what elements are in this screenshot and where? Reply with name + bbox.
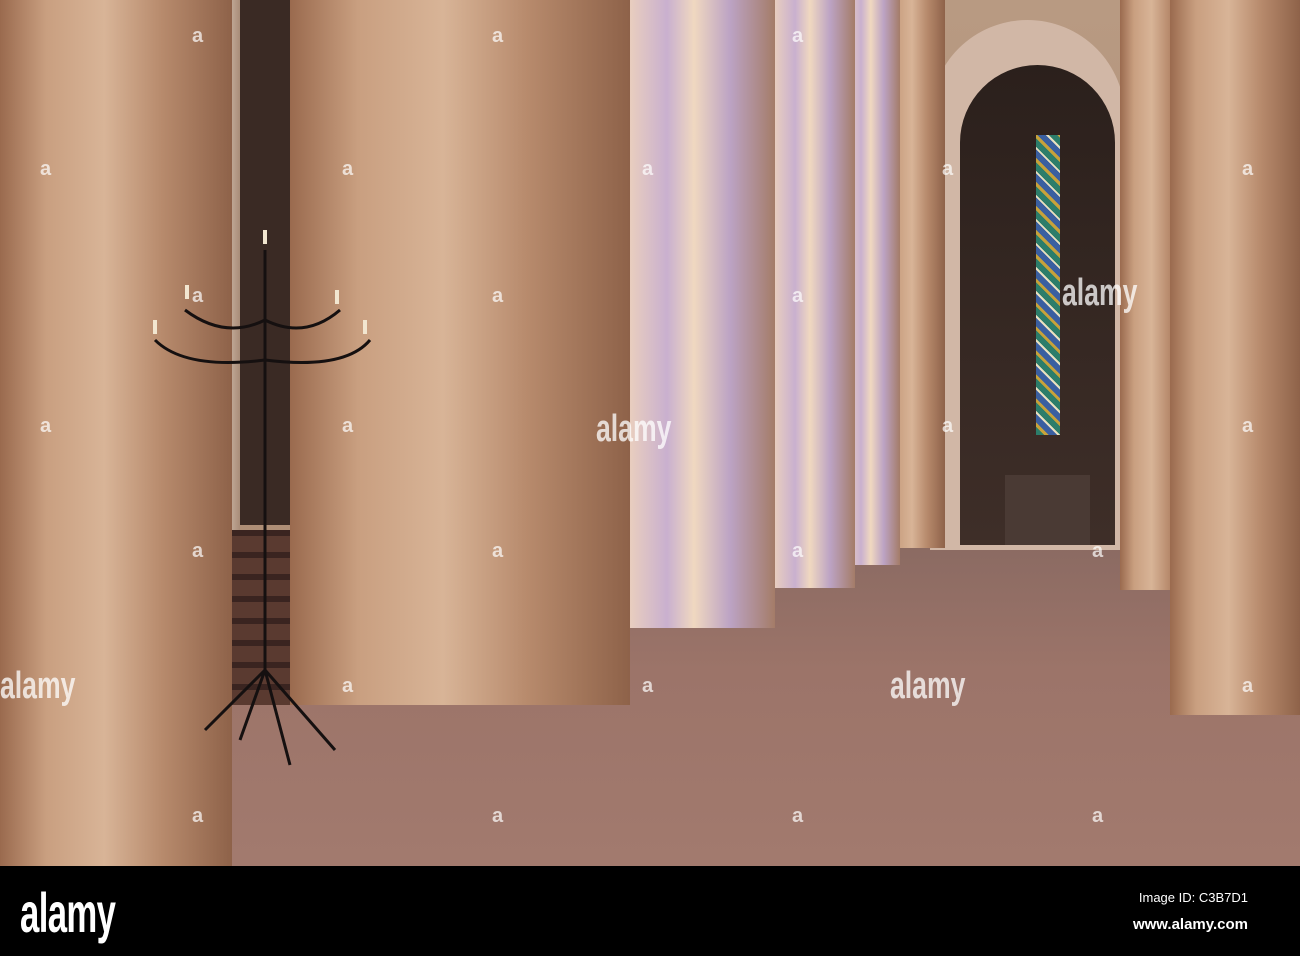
watermark: a xyxy=(40,415,52,437)
pillar xyxy=(1170,0,1300,715)
watermark: a xyxy=(192,25,204,47)
watermark: a xyxy=(192,805,204,827)
watermark: a xyxy=(342,415,354,437)
watermark: a xyxy=(942,415,954,437)
watermark: a xyxy=(792,25,804,47)
watermark: a xyxy=(1242,675,1254,697)
watermark: a xyxy=(342,158,354,180)
watermark: a xyxy=(342,675,354,697)
image-id: Image ID: C3B7D1 xyxy=(1138,890,1248,905)
cathedral-photo: alamy alamy alamy alamy a a a a a a a a … xyxy=(0,0,1300,866)
watermark: a xyxy=(792,540,804,562)
watermark: a xyxy=(192,540,204,562)
watermark: a xyxy=(1242,158,1254,180)
candelabra xyxy=(153,230,372,766)
watermark: a xyxy=(642,158,654,180)
watermark: a xyxy=(40,158,52,180)
alamy-logo: alamy xyxy=(20,881,116,944)
watermark: a xyxy=(642,675,654,697)
watermark: a xyxy=(192,285,204,307)
watermark: a xyxy=(492,805,504,827)
watermark: a xyxy=(792,285,804,307)
stained-glass-window xyxy=(1036,135,1060,435)
watermark: alamy xyxy=(596,408,672,450)
watermark: alamy xyxy=(1062,272,1138,314)
watermark: a xyxy=(792,805,804,827)
watermark: a xyxy=(492,25,504,47)
watermark: alamy xyxy=(0,665,76,707)
watermark: a xyxy=(1092,540,1104,562)
footer-bar: alamy Image ID: C3B7D1 www.alamy.com xyxy=(0,866,1300,956)
watermark: a xyxy=(1092,805,1104,827)
watermark: a xyxy=(942,158,954,180)
watermark: a xyxy=(492,540,504,562)
watermark: alamy xyxy=(890,665,966,707)
watermark: a xyxy=(492,285,504,307)
watermark: a xyxy=(1242,415,1254,437)
altar xyxy=(1005,475,1090,545)
site-url: www.alamy.com xyxy=(1132,916,1248,933)
